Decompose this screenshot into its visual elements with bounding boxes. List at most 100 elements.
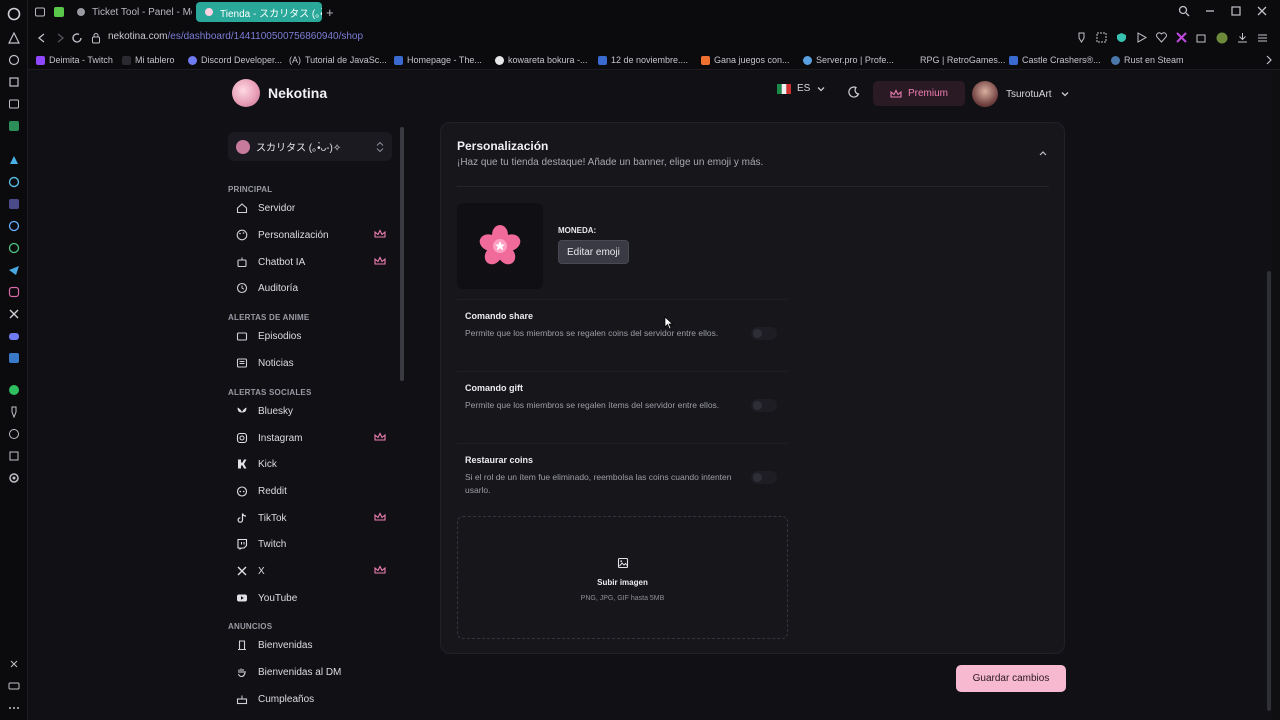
warning-icon[interactable] xyxy=(6,30,22,46)
easy-setup-icon[interactable] xyxy=(1257,32,1268,44)
aria-icon[interactable] xyxy=(6,74,22,90)
bookmark-item[interactable]: Deimita - Twitch xyxy=(36,55,113,65)
settings-icon[interactable] xyxy=(6,470,22,486)
bookmark-item[interactable]: Server.pro | Profe... xyxy=(803,55,894,65)
save-changes-button[interactable]: Guardar cambios xyxy=(956,665,1066,692)
user-menu[interactable]: TsurotuArt xyxy=(972,81,1070,107)
extension-puzzle-icon[interactable] xyxy=(1196,32,1207,44)
search-icon[interactable] xyxy=(1178,5,1190,17)
bookmark-item[interactable]: (A) Tutorial de JavaSc... xyxy=(289,55,387,65)
sidebar-item-episodios[interactable]: Episodios xyxy=(236,326,386,346)
sidebar-item-twitch[interactable]: Twitch xyxy=(236,534,386,554)
sidebar-scrollbar[interactable] xyxy=(399,117,405,720)
downloads-icon[interactable] xyxy=(1237,32,1248,44)
sidebar-scroll-thumb[interactable] xyxy=(400,127,404,381)
server-selector[interactable]: スカリタス (｡•̀ᴗ-)✧ xyxy=(228,132,392,161)
shield-icon[interactable] xyxy=(1116,32,1127,44)
sidebar-item-cumpleanos[interactable]: Cumpleaños xyxy=(236,689,386,709)
share-toggle[interactable] xyxy=(751,327,777,340)
sidebar-item-personalizacion[interactable]: Personalización xyxy=(236,225,386,245)
brand[interactable]: Nekotina xyxy=(232,79,327,107)
instagram-app-icon[interactable] xyxy=(6,284,22,300)
bookmark-item[interactable]: Rust en Steam xyxy=(1111,55,1184,65)
pin-page-icon[interactable] xyxy=(1076,32,1087,44)
language-selector[interactable]: ES xyxy=(777,83,826,94)
tools-icon[interactable] xyxy=(6,656,22,672)
homepage-favicon-icon xyxy=(394,55,403,65)
close-window-icon[interactable] xyxy=(1256,5,1268,17)
restore-coins-toggle[interactable] xyxy=(751,471,777,484)
discord-app-icon[interactable] xyxy=(6,328,22,344)
gx-control-icon[interactable] xyxy=(1176,32,1187,44)
heart-icon[interactable] xyxy=(1156,32,1167,44)
minimize-icon[interactable] xyxy=(1204,5,1216,17)
sidebar-item-youtube[interactable]: YouTube xyxy=(236,588,386,608)
page-scroll-thumb[interactable] xyxy=(1267,271,1271,711)
gift-toggle[interactable] xyxy=(751,399,777,412)
url-field[interactable]: nekotina.com/es/dashboard/14411005007568… xyxy=(108,31,363,42)
bookmark-item[interactable]: Homepage - The... xyxy=(394,55,482,65)
app-icon[interactable] xyxy=(6,96,22,112)
edit-emoji-button[interactable]: Editar emoji xyxy=(558,240,629,264)
profile-avatar-icon[interactable] xyxy=(1216,32,1228,44)
sidebar-item-bienvenidas[interactable]: Bienvenidas xyxy=(236,635,386,655)
board-favicon-icon xyxy=(122,55,131,65)
sidebar-item-x[interactable]: X xyxy=(236,561,386,581)
chevron-up-icon[interactable] xyxy=(1038,149,1048,157)
back-icon[interactable] xyxy=(36,32,48,44)
maximize-icon[interactable] xyxy=(1230,5,1242,17)
page-scrollbar[interactable] xyxy=(1266,71,1272,720)
crypto-icon[interactable] xyxy=(6,174,22,190)
toggle-knob xyxy=(753,329,762,338)
chevron-up-down-icon xyxy=(376,141,384,153)
bookmark-item[interactable]: RPG | RetroGames... xyxy=(920,55,1005,65)
tab-ticket-tool[interactable]: Ticket Tool - Panel - Men xyxy=(68,2,192,22)
extensions-icon[interactable] xyxy=(6,448,22,464)
more-icon[interactable] xyxy=(6,700,22,716)
new-tab-button[interactable]: + xyxy=(322,2,342,22)
bookmark-item[interactable]: Castle Crashers®... xyxy=(1009,55,1101,65)
snapshot-icon[interactable] xyxy=(1096,32,1107,44)
bookmarks-more-icon[interactable] xyxy=(1264,55,1274,65)
gx-icon[interactable] xyxy=(6,678,22,694)
bookmark-item[interactable]: 12 de noviembre.... xyxy=(598,55,688,65)
telegram-icon[interactable] xyxy=(6,262,22,278)
sidebar-item-auditoria[interactable]: Auditoría xyxy=(236,278,386,298)
clock-icon[interactable] xyxy=(6,426,22,442)
whatsapp-icon[interactable] xyxy=(6,240,22,256)
pin-icon[interactable] xyxy=(6,404,22,420)
premium-button[interactable]: Premium xyxy=(873,81,965,106)
bookmark-item[interactable]: kowareta bokura -... xyxy=(495,55,588,65)
sidebar-item-reddit[interactable]: Reddit xyxy=(236,481,386,501)
m-app-icon[interactable] xyxy=(6,118,22,134)
forward-icon[interactable] xyxy=(54,32,66,44)
twitch-app-icon[interactable] xyxy=(6,196,22,212)
sidebar-item-bienvenidas-dm[interactable]: Bienvenidas al DM xyxy=(236,662,386,682)
castle-favicon-icon xyxy=(1009,55,1018,65)
spotify-icon[interactable] xyxy=(6,382,22,398)
sidebar-item-bluesky[interactable]: Bluesky xyxy=(236,401,386,421)
bookmark-item[interactable]: Mi tablero xyxy=(122,55,175,65)
sidebar-item-tiktok[interactable]: TikTok xyxy=(236,508,386,528)
bookmark-item[interactable]: Discord Developer... xyxy=(188,55,282,65)
player-icon[interactable] xyxy=(1136,32,1147,44)
lock-icon[interactable] xyxy=(91,32,101,44)
bookmark-item[interactable]: Gana juegos con... xyxy=(701,55,790,65)
banner-upload-dropzone[interactable]: Subir imagen PNG, JPG, GIF hasta 5MB xyxy=(457,516,788,639)
steam-favicon-icon xyxy=(1111,55,1120,65)
sidebar-item-instagram[interactable]: Instagram xyxy=(236,428,386,448)
opera-logo-icon[interactable] xyxy=(6,6,22,22)
sidebar-item-kick[interactable]: Kick xyxy=(236,454,386,474)
flow-icon[interactable] xyxy=(6,152,22,168)
tab-tienda[interactable]: Tienda - スカリタス (｡•̀ᴗ-)✧ xyxy=(196,2,322,22)
tab-menu-icon[interactable] xyxy=(34,6,46,18)
theme-toggle-button[interactable] xyxy=(848,86,860,98)
sidebar-item-noticias[interactable]: Noticias xyxy=(236,353,386,373)
sidebar-item-chatbot[interactable]: Chatbot IA xyxy=(236,252,386,272)
reload-icon[interactable] xyxy=(71,32,83,44)
messenger-icon[interactable] xyxy=(6,218,22,234)
sidebar-item-servidor[interactable]: Servidor xyxy=(236,198,386,218)
x-app-icon[interactable] xyxy=(6,306,22,322)
history-icon[interactable] xyxy=(6,52,22,68)
vk-app-icon[interactable] xyxy=(6,350,22,366)
